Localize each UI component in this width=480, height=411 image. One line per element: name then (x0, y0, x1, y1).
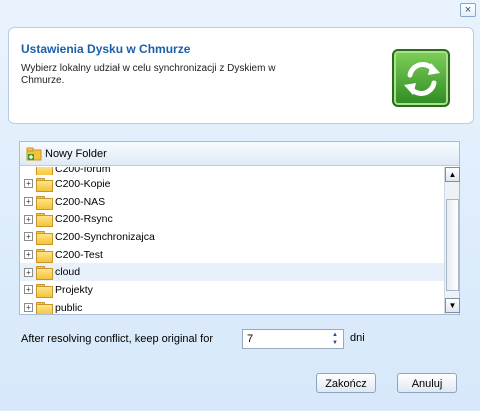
tree-item[interactable]: + C200-Synchronizajca (20, 228, 444, 246)
stepper-down-icon[interactable]: ▼ (327, 339, 343, 347)
tree-item[interactable]: C200-forum (20, 167, 444, 175)
new-folder-button[interactable]: Nowy Folder (26, 146, 107, 162)
tree-item-label: C200-Kopie (55, 177, 111, 190)
new-folder-label: Nowy Folder (45, 148, 107, 160)
tree-item-label: Projekty (55, 283, 93, 296)
folder-tree: C200-forum + C200-Kopie + C200-NAS + C20… (20, 167, 444, 314)
tree-item-label: public (55, 301, 83, 314)
expand-icon[interactable]: + (24, 250, 33, 260)
folder-icon (36, 177, 53, 192)
sync-arrows-icon (392, 49, 450, 107)
folder-icon (36, 301, 53, 314)
tree-item[interactable]: + public (20, 299, 444, 314)
tree-item[interactable]: + Projekty (20, 281, 444, 299)
conflict-label: After resolving conflict, keep original … (21, 333, 213, 345)
tree-item[interactable]: + C200-Test (20, 246, 444, 264)
header-panel: Ustawienia Dysku w Chmurze Wybierz lokal… (8, 27, 474, 124)
tree-item-label: cloud (55, 266, 81, 279)
folder-icon (36, 283, 53, 298)
new-folder-icon (26, 147, 42, 161)
expand-icon[interactable]: + (24, 179, 33, 189)
expand-icon[interactable]: + (24, 285, 33, 295)
keep-days-input[interactable] (243, 330, 327, 348)
folder-icon (36, 248, 53, 263)
tree-item[interactable]: + C200-Rsync (20, 210, 444, 228)
tree-item-label: C200-NAS (55, 195, 106, 208)
tree-item[interactable]: + cloud (20, 263, 444, 282)
expand-icon[interactable]: + (24, 232, 33, 242)
tree-item-label: C200-Test (55, 248, 103, 261)
cancel-button[interactable]: Anuluj (397, 373, 457, 393)
expand-icon[interactable]: + (24, 303, 33, 313)
expand-icon[interactable]: + (24, 197, 33, 207)
tree-item-label: C200-Rsync (55, 213, 113, 226)
days-unit-label: dni (350, 332, 365, 344)
folder-browser: Nowy Folder C200-forum + C200-Kopie + C2… (19, 141, 460, 315)
tree-item-label: C200-forum (55, 167, 111, 175)
tree-item[interactable]: + C200-Kopie (20, 175, 444, 193)
expand-icon[interactable]: + (24, 267, 33, 277)
folder-icon (36, 213, 53, 228)
keep-days-stepper[interactable]: ▲ ▼ (242, 329, 344, 349)
tree-item-label: C200-Synchronizajca (55, 230, 155, 243)
stepper-buttons[interactable]: ▲ ▼ (327, 331, 343, 347)
tree-scrollbar[interactable]: ▲ ▼ (444, 167, 460, 314)
dialog-title: Ustawienia Dysku w Chmurze (21, 42, 191, 56)
folder-icon (36, 195, 53, 210)
dialog-description: Wybierz lokalny udział w celu synchroniz… (21, 63, 276, 86)
folder-icon (36, 230, 53, 245)
folder-toolbar: Nowy Folder (20, 142, 459, 166)
scroll-down-icon[interactable]: ▼ (445, 298, 460, 313)
close-icon[interactable]: × (460, 3, 476, 17)
tree-item[interactable]: + C200-NAS (20, 193, 444, 211)
stepper-up-icon[interactable]: ▲ (327, 331, 343, 339)
scroll-thumb[interactable] (446, 199, 459, 291)
folder-icon (36, 266, 53, 281)
folder-icon (36, 167, 53, 175)
scroll-up-icon[interactable]: ▲ (445, 167, 460, 182)
finish-button[interactable]: Zakończ (316, 373, 376, 393)
expand-icon[interactable]: + (24, 214, 33, 224)
